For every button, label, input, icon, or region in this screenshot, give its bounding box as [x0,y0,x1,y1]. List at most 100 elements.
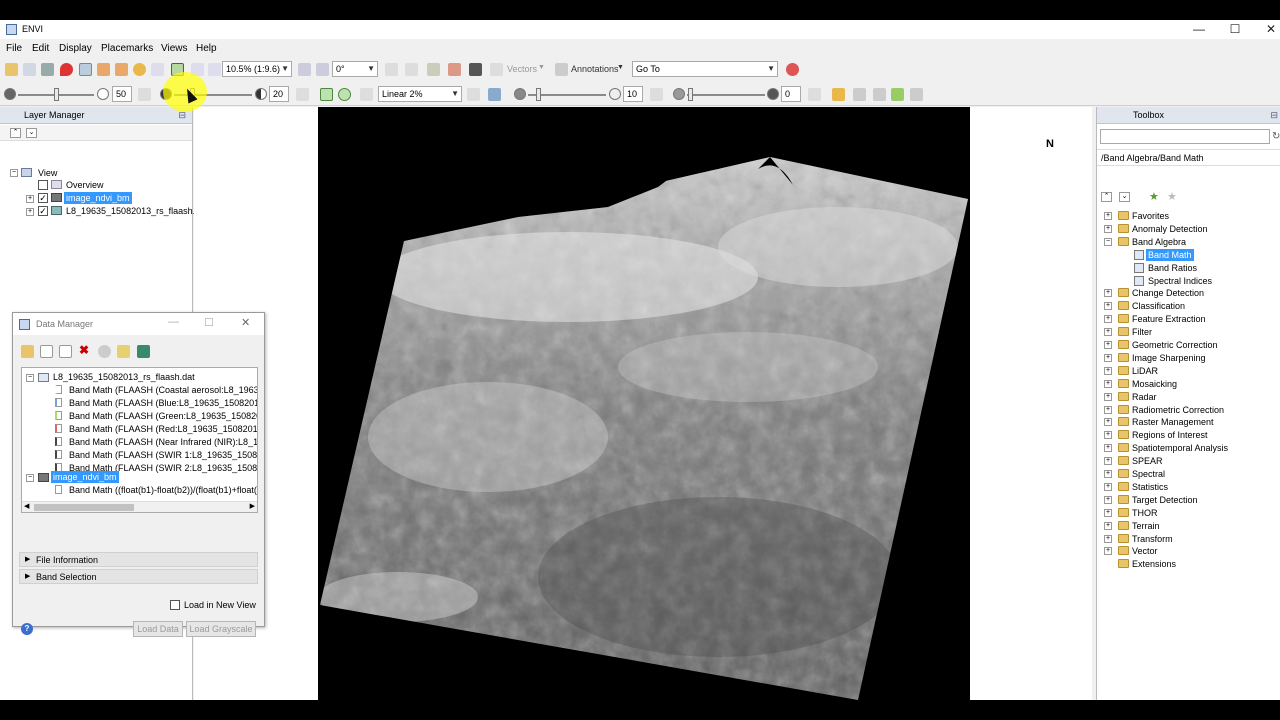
remove-favorite-icon[interactable]: ★ [1167,190,1177,203]
toolbox-item[interactable]: Spectral Indices [1148,275,1212,287]
toolbox-item[interactable]: Terrain [1132,520,1160,532]
layer-overview[interactable]: Overview [66,179,104,191]
scroll-right-icon[interactable]: ▶ [250,502,255,510]
expander-view[interactable]: − [10,169,18,177]
toolbox-item[interactable]: LiDAR [1132,365,1158,377]
reset-sharpen-icon[interactable] [650,88,663,101]
view-layout-icon[interactable] [910,88,923,101]
file-image-ndvi-bm[interactable]: image_ndvi_bm [51,471,119,483]
checkbox-overview[interactable] [38,180,48,190]
fly-icon[interactable] [115,63,128,76]
toolbox-item[interactable]: SPEAR [1132,455,1163,467]
toolbox-item[interactable]: Filter [1132,326,1152,338]
file-l8-flaash[interactable]: L8_19635_15082013_rs_flaash.dat [53,371,195,383]
toolbox-expander[interactable]: + [1104,302,1112,311]
load-in-new-view-checkbox[interactable] [170,600,180,610]
rotate-right-icon[interactable] [316,63,329,76]
toolbox-expander[interactable]: + [1104,444,1112,453]
expander-file1[interactable]: − [26,374,34,382]
maximize-button[interactable]: ☐ [1217,20,1253,39]
layer-image-ndvi-bm[interactable]: image_ndvi_bm [64,192,132,204]
reset-brightness-icon[interactable] [138,88,151,101]
toolbox-expander[interactable]: + [1104,508,1112,517]
close-all-icon[interactable] [98,345,111,358]
toolbox-item[interactable]: Band Math [1146,248,1194,261]
sharpen-slider-thumb[interactable] [536,88,541,101]
image-view[interactable] [318,107,970,700]
band-ndvi[interactable]: Band Math ((float(b1)-float(b2))/(float(… [69,484,257,496]
expand-all-icon[interactable]: ⌃ [10,128,21,138]
layer-l8-flaash[interactable]: L8_19635_15082013_rs_flaash... [66,205,200,217]
toolbox-expander[interactable]: + [1104,379,1112,388]
collapse-all-icon[interactable]: ⌄ [1119,192,1130,202]
stretch-select[interactable]: Linear 2% ▼ [378,86,462,102]
close-button[interactable]: ✕ [1253,20,1280,39]
brightness-input[interactable]: 50 [112,86,132,102]
reset-stretch-icon[interactable] [467,88,480,101]
reset-transparency-icon[interactable] [808,88,821,101]
checkbox-image-ndvi[interactable]: ✓ [38,193,48,203]
toolbox-item[interactable]: Spatiotemporal Analysis [1132,442,1228,454]
camera-icon[interactable] [469,63,482,76]
placemark-icon[interactable] [60,63,73,76]
toolbox-item[interactable]: Radar [1132,391,1157,403]
toolbox-expander[interactable]: + [1104,457,1112,466]
select-icon[interactable] [79,63,92,76]
cursor-value-icon[interactable] [405,63,418,76]
load-data-button[interactable]: Load Data [133,621,183,637]
portal-icon[interactable] [448,63,461,76]
help-icon[interactable]: ? [21,623,33,635]
blend-icon[interactable] [891,88,904,101]
toolbox-item[interactable]: Classification [1132,300,1185,312]
menu-views[interactable]: Views [161,43,188,54]
close-file-icon[interactable]: ✖ [79,343,89,357]
zoom-select[interactable]: 10.5% (1:9.6) ▼ [222,61,292,77]
goto-field[interactable]: Go To ▼ [632,61,778,77]
toolbox-expander[interactable]: + [1104,315,1112,324]
expand-all-icon[interactable] [40,345,53,358]
close-button[interactable]: ✕ [241,316,250,329]
toolbox-item[interactable]: Anomaly Detection [1132,223,1208,235]
chart-icon[interactable] [832,88,845,101]
open-icon[interactable] [5,63,18,76]
toolbox-item[interactable]: Band Ratios [1148,262,1197,274]
section-band-selection[interactable]: ▶ Band Selection [19,569,258,584]
toolbox-item[interactable]: Vector [1132,545,1158,557]
toolbox-expander[interactable]: + [1104,534,1112,543]
checkbox-l8-flaash[interactable]: ✓ [38,206,48,216]
expander-file2[interactable]: − [26,474,34,482]
toolbox-expander[interactable]: + [1104,328,1112,337]
chip-icon[interactable] [41,63,54,76]
toolbox-item[interactable]: Image Sharpening [1132,352,1206,364]
flicker-icon[interactable] [873,88,886,101]
menu-help[interactable]: Help [196,43,217,54]
toolbox-item[interactable]: Statistics [1132,481,1168,493]
pan-icon[interactable] [97,63,110,76]
menu-file[interactable]: File [6,43,22,54]
band-item[interactable]: Band Math (FLAASH (Red:L8_19635_15082013… [69,423,257,435]
rotate-left-icon[interactable] [298,63,311,76]
full-extent-icon[interactable] [320,88,333,101]
toolbox-expander[interactable]: + [1104,470,1112,478]
toolbox-item[interactable]: Raster Management [1132,416,1214,428]
stretch-options-icon[interactable] [488,88,501,101]
menu-edit[interactable]: Edit [32,43,49,54]
toolbox-item[interactable]: Transform [1132,533,1173,545]
transparency-input[interactable]: 0 [781,86,801,102]
toolbox-item[interactable]: Favorites [1132,210,1169,222]
toolbox-expander[interactable]: − [1104,237,1112,246]
toolbox-expander[interactable]: + [1104,521,1112,530]
swipe-icon[interactable] [853,88,866,101]
tree-view-root[interactable]: View [38,167,57,179]
toolbox-item[interactable]: Mosaicking [1132,378,1177,390]
sharpen-input[interactable]: 10 [623,86,643,102]
expander-l8-flaash[interactable]: + [26,208,34,216]
toolbox-item[interactable]: Extensions [1132,558,1176,570]
crosshair-icon[interactable] [385,63,398,76]
toolbox-search-input[interactable] [1100,129,1270,144]
band-item[interactable]: Band Math (FLAASH (Near Infrared (NIR):L… [69,436,257,448]
reset-contrast-icon[interactable] [296,88,309,101]
link-icon[interactable] [137,345,150,358]
pin-icon[interactable] [117,345,130,358]
minimize-button[interactable]: — [1181,20,1217,39]
